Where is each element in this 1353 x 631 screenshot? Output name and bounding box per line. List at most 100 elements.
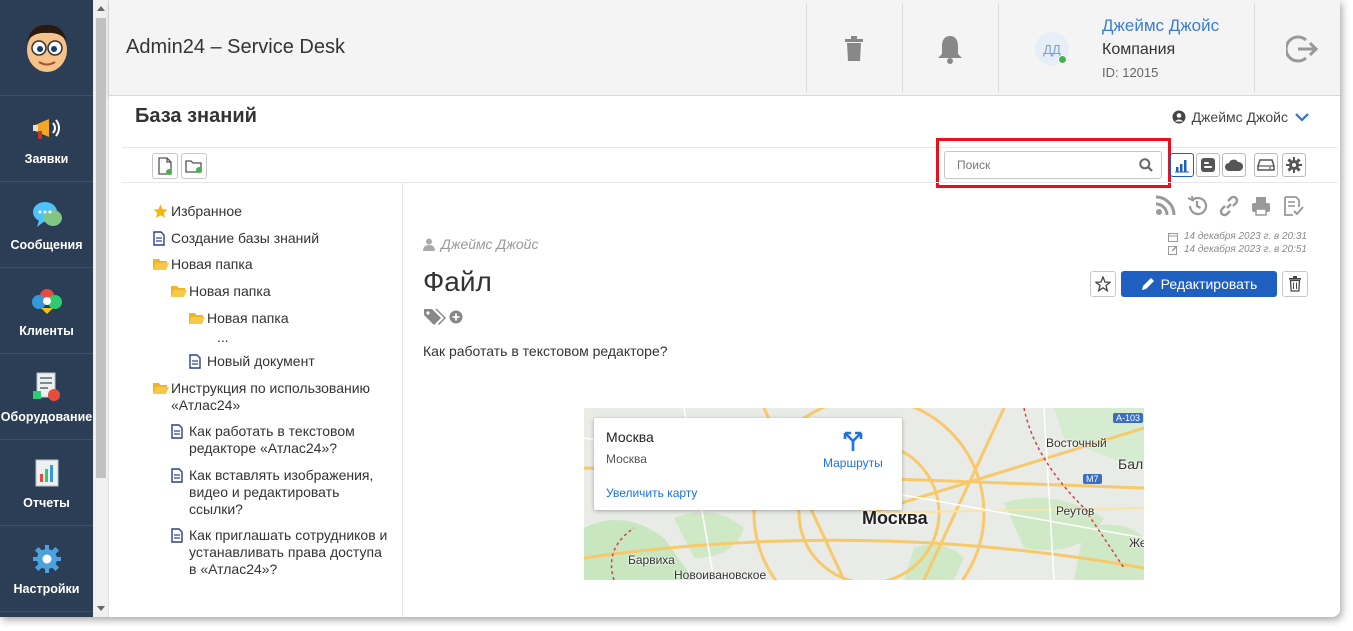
- knowledge-tree: Избранное Создание базы знаний Новая пап…: [122, 183, 403, 617]
- megaphone-icon: [31, 112, 63, 146]
- history-icon[interactable]: [1186, 195, 1208, 217]
- user-icon: [423, 238, 435, 251]
- document-icon: [171, 467, 189, 484]
- enlarge-map-link[interactable]: Увеличить карту: [606, 486, 697, 500]
- trash-icon: [1289, 276, 1301, 292]
- storage-button[interactable]: [1254, 153, 1278, 177]
- created-date: 14 декабря 2023 г. в 20:31: [1183, 231, 1307, 242]
- created-date-row: 14 декабря 2023 г. в 20:31: [1167, 231, 1307, 244]
- tree-item-folder[interactable]: Новая папка: [153, 256, 253, 273]
- user-menu[interactable]: Джеймс Джойс: [1172, 109, 1310, 125]
- edit-icon: [1167, 245, 1178, 255]
- edit-button-label: Редактировать: [1160, 276, 1258, 292]
- notifications-button[interactable]: [925, 24, 975, 74]
- tree-item-document[interactable]: Создание базы знаний: [153, 230, 319, 247]
- scroll-down-icon[interactable]: [97, 606, 105, 611]
- tree-item-favorites[interactable]: Избранное: [153, 203, 242, 220]
- sidebar-item-requests[interactable]: Заявки: [0, 96, 93, 182]
- edit-button[interactable]: Редактировать: [1121, 271, 1277, 297]
- map-card-title: Москва: [606, 429, 654, 445]
- map-label: Реутов: [1056, 504, 1095, 518]
- cloud-button[interactable]: [1222, 153, 1246, 177]
- sidebar-item-reports[interactable]: Отчеты: [0, 440, 93, 526]
- divider: [1254, 4, 1255, 92]
- tree-item-document[interactable]: Новый документ: [189, 353, 315, 370]
- divider: [902, 4, 903, 92]
- divider: [806, 4, 807, 92]
- scroll-up-icon[interactable]: [97, 6, 105, 11]
- edited-date-row: 14 декабря 2023 г. в 20:51: [1167, 243, 1307, 257]
- new-document-button[interactable]: [152, 153, 178, 179]
- document-icon: [153, 230, 171, 247]
- map-label: Бал: [1118, 456, 1144, 472]
- add-favorite-button[interactable]: [1090, 271, 1116, 297]
- file-add-icon: [158, 157, 172, 175]
- logout-button[interactable]: [1277, 24, 1327, 74]
- delete-button[interactable]: [1282, 271, 1308, 297]
- tree-item-folder[interactable]: Новая папка: [171, 283, 271, 300]
- avatar-logo-icon: [26, 24, 67, 72]
- map-info-card: Москва Москва Увеличить карту Маршруты: [594, 418, 902, 510]
- map-label: Барвиха: [628, 553, 675, 567]
- link-icon[interactable]: [1218, 195, 1240, 217]
- user-name-link[interactable]: Джеймс Джойс: [1102, 16, 1219, 36]
- sidebar-item-messages[interactable]: Сообщения: [0, 182, 93, 268]
- sidebar-item-settings[interactable]: Настройки: [0, 526, 93, 612]
- embedded-map[interactable]: Москва Москва Увеличить карту Маршруты М…: [584, 408, 1144, 580]
- print-icon[interactable]: [1250, 195, 1272, 217]
- user-menu-label: Джеймс Джойс: [1191, 109, 1288, 125]
- folder-open-icon: [171, 283, 189, 300]
- directions-icon[interactable]: [842, 430, 864, 452]
- checklist-icon[interactable]: [1282, 195, 1304, 217]
- divider: [998, 4, 999, 92]
- add-tag-icon[interactable]: [449, 310, 463, 324]
- app-window: Заявки Сообщения Клиенты Оборудование От…: [0, 0, 1340, 617]
- article-body-text: Как работать в текстовом редакторе?: [423, 343, 668, 359]
- sidebar-item-equipment[interactable]: Оборудование: [0, 354, 93, 440]
- search-highlight-frame: [936, 138, 1171, 188]
- trash-button[interactable]: [829, 24, 879, 74]
- chevron-down-icon: [1295, 113, 1309, 122]
- tree-item-document[interactable]: Как приглашать сотрудников и устанавлива…: [171, 527, 387, 578]
- document-icon: [171, 527, 189, 544]
- blogger-icon: [1201, 158, 1215, 172]
- user-id: ID: 12015: [1102, 65, 1159, 80]
- pencil-icon: [1141, 278, 1154, 290]
- sidebar-scrollbar[interactable]: [93, 0, 109, 617]
- sidebar-item-label: Настройки: [13, 581, 80, 596]
- document-title: Файл: [423, 266, 492, 297]
- sidebar: Заявки Сообщения Клиенты Оборудование От…: [0, 0, 93, 617]
- tree-item-folder[interactable]: Новая папка: [189, 310, 289, 327]
- page-title: База знаний: [135, 105, 257, 127]
- sidebar-item-label: Оборудование: [0, 409, 93, 424]
- sidebar-item-clients[interactable]: Клиенты: [0, 268, 93, 354]
- map-label: Восточный: [1046, 436, 1107, 450]
- article-actions: [1154, 195, 1304, 217]
- tree-item-document[interactable]: Как работать в текстовом редакторе «Атла…: [171, 423, 355, 457]
- kb-settings-button[interactable]: [1282, 153, 1306, 177]
- routes-link[interactable]: Маршруты: [823, 456, 883, 470]
- edited-date: 14 декабря 2023 г. в 20:51: [1183, 243, 1307, 255]
- tags-icon: [424, 309, 446, 325]
- new-folder-button[interactable]: [181, 153, 207, 179]
- chat-icon: [31, 198, 63, 232]
- tree-item-document[interactable]: Как вставлять изображения, видео и редак…: [171, 467, 373, 518]
- tree-item-folder[interactable]: Инструкция по использованию «Атлас24»: [153, 380, 370, 414]
- scroll-thumb[interactable]: [96, 18, 106, 478]
- map-label: Новоивановское: [674, 568, 767, 580]
- logo[interactable]: [0, 0, 93, 96]
- main-content: База знаний Джеймс Джойс Поиск Избранное…: [109, 96, 1340, 617]
- rss-icon[interactable]: [1154, 195, 1176, 217]
- folder-open-icon: [153, 380, 171, 397]
- gear-icon: [32, 542, 62, 576]
- document-icon: [171, 423, 189, 440]
- user-company: Компания: [1102, 41, 1176, 58]
- road-badge: M7: [1083, 474, 1102, 484]
- blog-view-button[interactable]: [1196, 153, 1220, 177]
- top-header: Admin24 – Service Desk ДД Джеймс Джойс К…: [109, 0, 1340, 96]
- folder-open-icon: [153, 256, 171, 273]
- tree-item-ellipsis[interactable]: ...: [217, 329, 229, 346]
- stats-view-button[interactable]: [1170, 153, 1194, 177]
- clients-icon: [31, 284, 63, 318]
- article-author: Джеймс Джойс: [423, 236, 538, 252]
